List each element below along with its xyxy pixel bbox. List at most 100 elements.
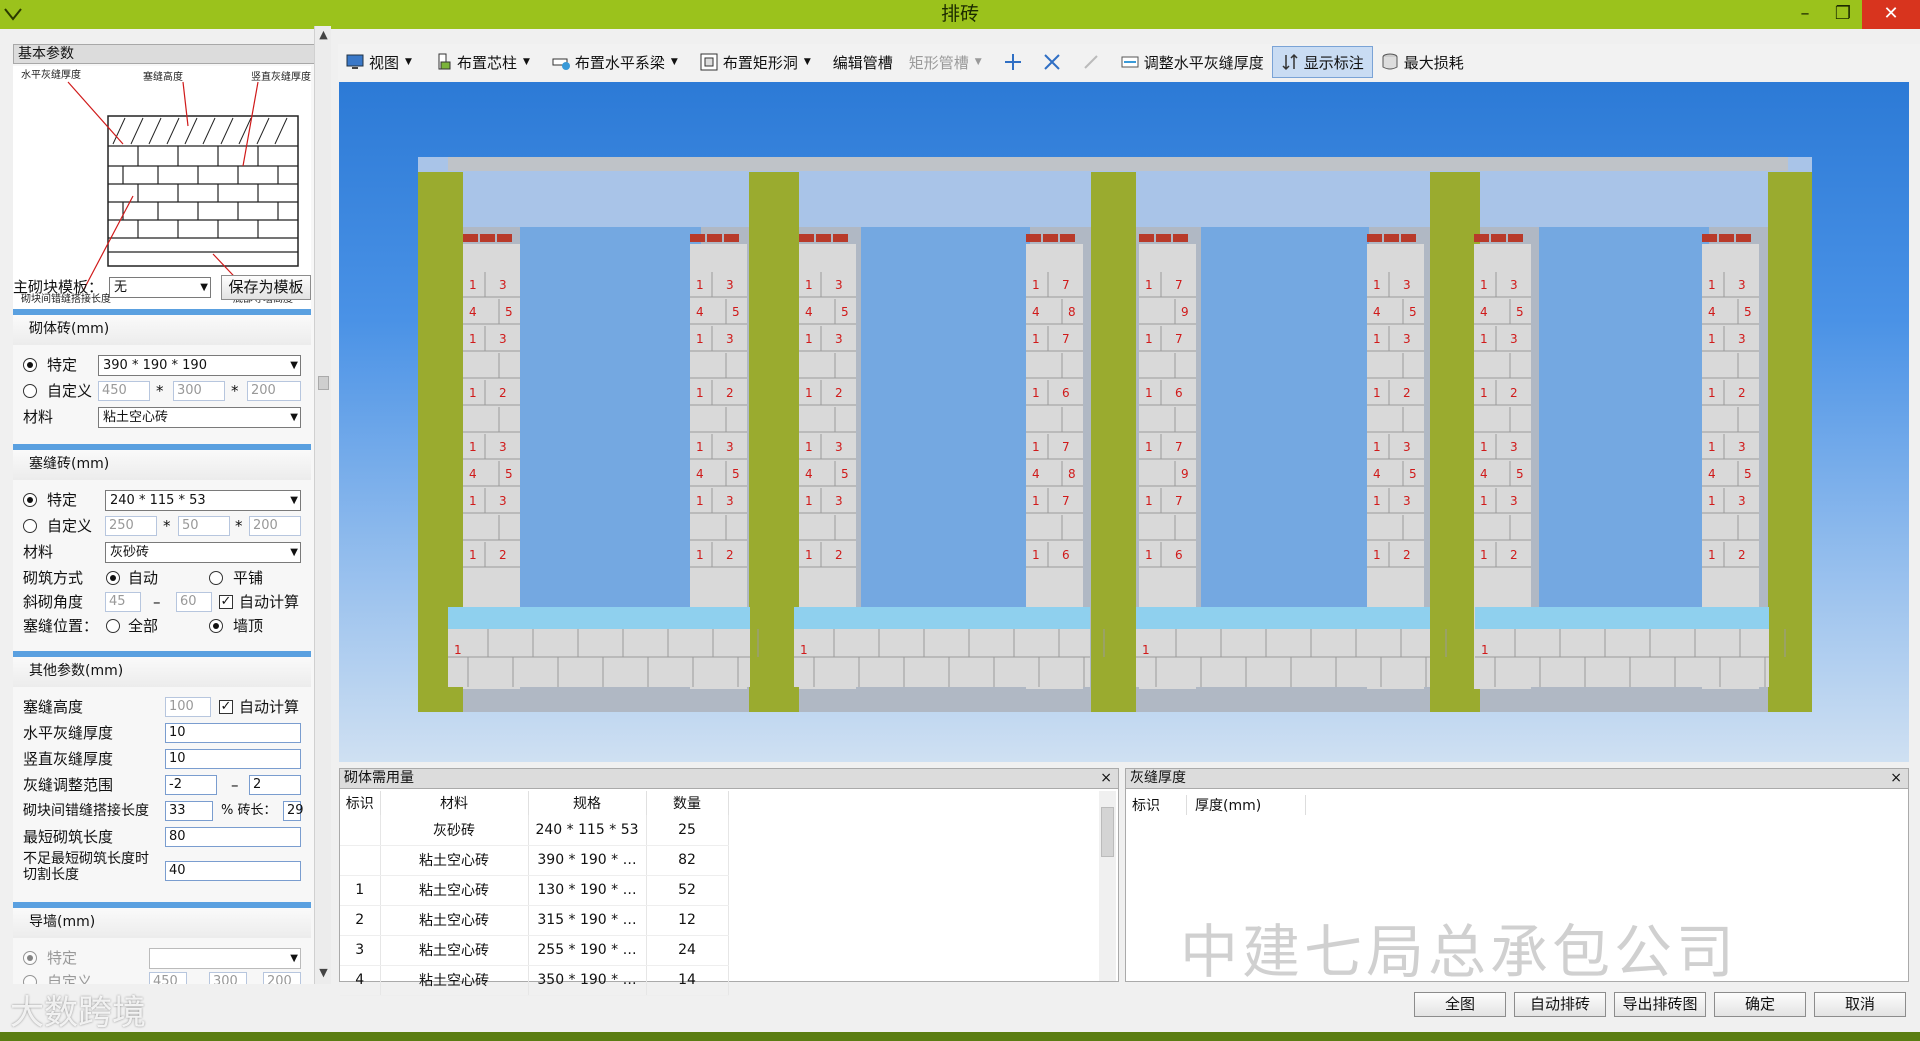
guide-specific-radio[interactable]	[23, 951, 37, 965]
left-panel-scrollbar[interactable]: ▲ ▼	[314, 26, 331, 984]
adjust-row: 灰缝调整范围 -2 – 2	[13, 773, 311, 797]
angle-auto-checkbox[interactable]: ✓	[219, 595, 233, 609]
chevron-down-icon[interactable]: ▼	[665, 57, 684, 67]
column	[1091, 172, 1136, 712]
top-filler-brick	[1401, 234, 1416, 242]
cut-button[interactable]	[1035, 46, 1074, 78]
brick-label: 7	[1175, 494, 1183, 508]
v-joint-row: 竖直灰缝厚度 10	[13, 747, 311, 771]
filler-length-input[interactable]: 250	[105, 516, 157, 536]
filler-custom-radio[interactable]	[23, 519, 37, 533]
brick-length-input[interactable]: 450	[98, 381, 150, 401]
minimize-icon[interactable]: –	[1786, 0, 1824, 29]
disabled-tool-button[interactable]	[1074, 46, 1113, 78]
brick-label: 3	[499, 332, 507, 346]
view-button[interactable]: 视图 ▼	[338, 46, 426, 78]
table-row[interactable]: 4 粘土空心砖 350 * 190 * … 14	[340, 965, 729, 996]
save-template-button[interactable]: 保存为模板	[221, 275, 311, 300]
move-button[interactable]	[996, 46, 1035, 78]
min-length-input[interactable]: 80	[165, 827, 301, 847]
brick-spec-select[interactable]: 390 * 190 * 190 ▼	[98, 355, 301, 376]
brick-height-input[interactable]: 300	[173, 381, 225, 401]
usage-scroll-thumb[interactable]	[1101, 807, 1114, 857]
overlap-length-input[interactable]: 29	[283, 801, 304, 821]
full-view-button[interactable]: 全图	[1414, 992, 1506, 1017]
maximize-icon[interactable]: ❐	[1824, 0, 1862, 29]
brick-label: 3	[499, 278, 507, 292]
guide-height-input[interactable]: 300	[209, 972, 247, 984]
h-joint-input[interactable]: 10	[165, 723, 301, 743]
cancel-button[interactable]: 取消	[1814, 992, 1906, 1017]
basic-params-panel: 基本参数 ×	[13, 44, 331, 984]
rect-pipe-button[interactable]: 矩形管槽 ▼	[901, 46, 996, 78]
brick-label: 5	[732, 467, 740, 481]
usage-header-cell[interactable]: 材料	[380, 791, 529, 815]
brick-label: 7	[1062, 440, 1070, 454]
adjust-from-stepper[interactable]: -2	[165, 775, 217, 795]
fill-height-auto-checkbox[interactable]: ✓	[219, 700, 233, 714]
cut-length-input[interactable]: 40	[165, 861, 301, 881]
adjust-to-stepper[interactable]: 2	[249, 775, 301, 795]
brick-width-input[interactable]: 200	[247, 381, 301, 401]
table-row[interactable]: 灰砂砖 240 * 115 * 53 25	[340, 815, 729, 846]
method-auto-radio[interactable]	[106, 571, 120, 585]
filler-material-select[interactable]: 灰砂砖 ▼	[105, 542, 301, 563]
usage-scrollbar[interactable]	[1099, 791, 1116, 981]
usage-header-cell[interactable]: 数量	[646, 791, 729, 815]
filler-width-input[interactable]: 200	[249, 516, 301, 536]
scroll-up-icon[interactable]: ▲	[315, 28, 332, 41]
table-cell: 灰砂砖	[380, 815, 529, 846]
usage-header-cell[interactable]: 规格	[528, 791, 647, 815]
position-top-radio[interactable]	[209, 619, 223, 633]
brick-specific-radio[interactable]	[23, 358, 37, 372]
joint-close-icon[interactable]: ×	[1890, 769, 1902, 788]
usage-close-icon[interactable]: ×	[1100, 769, 1112, 788]
rect-hole-button[interactable]: 布置矩形洞 ▼	[692, 46, 825, 78]
brick-custom-radio[interactable]	[23, 384, 37, 398]
ok-button[interactable]: 确定	[1714, 992, 1806, 1017]
v-joint-input[interactable]: 10	[165, 749, 301, 769]
adjust-joint-button[interactable]: 调整水平灰缝厚度	[1113, 46, 1272, 78]
chevron-down-icon[interactable]: ▼	[517, 57, 536, 67]
column	[749, 172, 799, 712]
usage-header-cell[interactable]: 标识	[340, 791, 381, 815]
filler-height-input[interactable]: 50	[178, 516, 230, 536]
scroll-thumb[interactable]	[318, 376, 329, 390]
table-row[interactable]: 2 粘土空心砖 315 * 190 * … 12	[340, 905, 729, 936]
method-flat-radio[interactable]	[209, 571, 223, 585]
brick-label: 1	[469, 386, 477, 400]
guide-spec-select[interactable]: ▼	[149, 948, 301, 969]
filler-specific-radio[interactable]	[23, 493, 37, 507]
guide-width-input[interactable]: 200	[263, 972, 301, 984]
show-label-button[interactable]: 显示标注	[1271, 46, 1373, 78]
angle-from-stepper[interactable]: 45	[105, 592, 141, 612]
close-icon[interactable]: ✕	[1862, 0, 1920, 29]
auto-layout-button[interactable]: 自动排砖	[1514, 992, 1606, 1017]
scroll-down-icon[interactable]: ▼	[315, 966, 332, 979]
overlap-stepper[interactable]: 33	[165, 801, 213, 821]
brick-layout-viewport[interactable]: 1 3 4 5 1 3 1 2 1 3 4 5 1 3 1 2 1 3 4 5 1 3 1 2 1 3 4 5 1 3 1 2 1 3 4 5 1 3 1 2…	[339, 82, 1909, 762]
fill-height-input[interactable]: 100	[165, 697, 211, 717]
position-all-radio[interactable]	[106, 619, 120, 633]
brick-material-select[interactable]: 粘土空心砖 ▼	[98, 407, 301, 428]
edit-pipe-button[interactable]: 编辑管槽	[825, 46, 901, 78]
filler-spec-select[interactable]: 240 * 115 * 53 ▼	[105, 490, 301, 511]
guide-length-input[interactable]: 450	[149, 972, 187, 984]
guide-label: 1	[800, 643, 808, 657]
horizontal-beam-button[interactable]: 布置水平系梁 ▼	[544, 46, 692, 78]
chevron-down-icon[interactable]: ▼	[399, 57, 418, 67]
export-button[interactable]: 导出排砖图	[1614, 992, 1706, 1017]
template-select[interactable]: 无 ▼	[109, 277, 211, 298]
brick-label: 1	[1373, 386, 1381, 400]
chevron-down-icon[interactable]: ▼	[969, 57, 988, 67]
filler-specific-row: 特定 240 * 115 * 53 ▼	[13, 488, 311, 512]
core-column-button[interactable]: 布置芯柱 ▼	[426, 46, 544, 78]
table-row[interactable]: 3 粘土空心砖 255 * 190 * … 24	[340, 935, 729, 966]
chevron-down-icon[interactable]: ▼	[798, 57, 817, 67]
table-row[interactable]: 粘土空心砖 390 * 190 * … 82	[340, 845, 729, 876]
table-row[interactable]: 1 粘土空心砖 130 * 190 * … 52	[340, 875, 729, 906]
guide-custom-radio[interactable]	[23, 975, 37, 984]
max-loss-button[interactable]: 最大损耗	[1373, 46, 1472, 78]
move-icon	[1004, 54, 1021, 70]
angle-to-stepper[interactable]: 60	[176, 592, 212, 612]
